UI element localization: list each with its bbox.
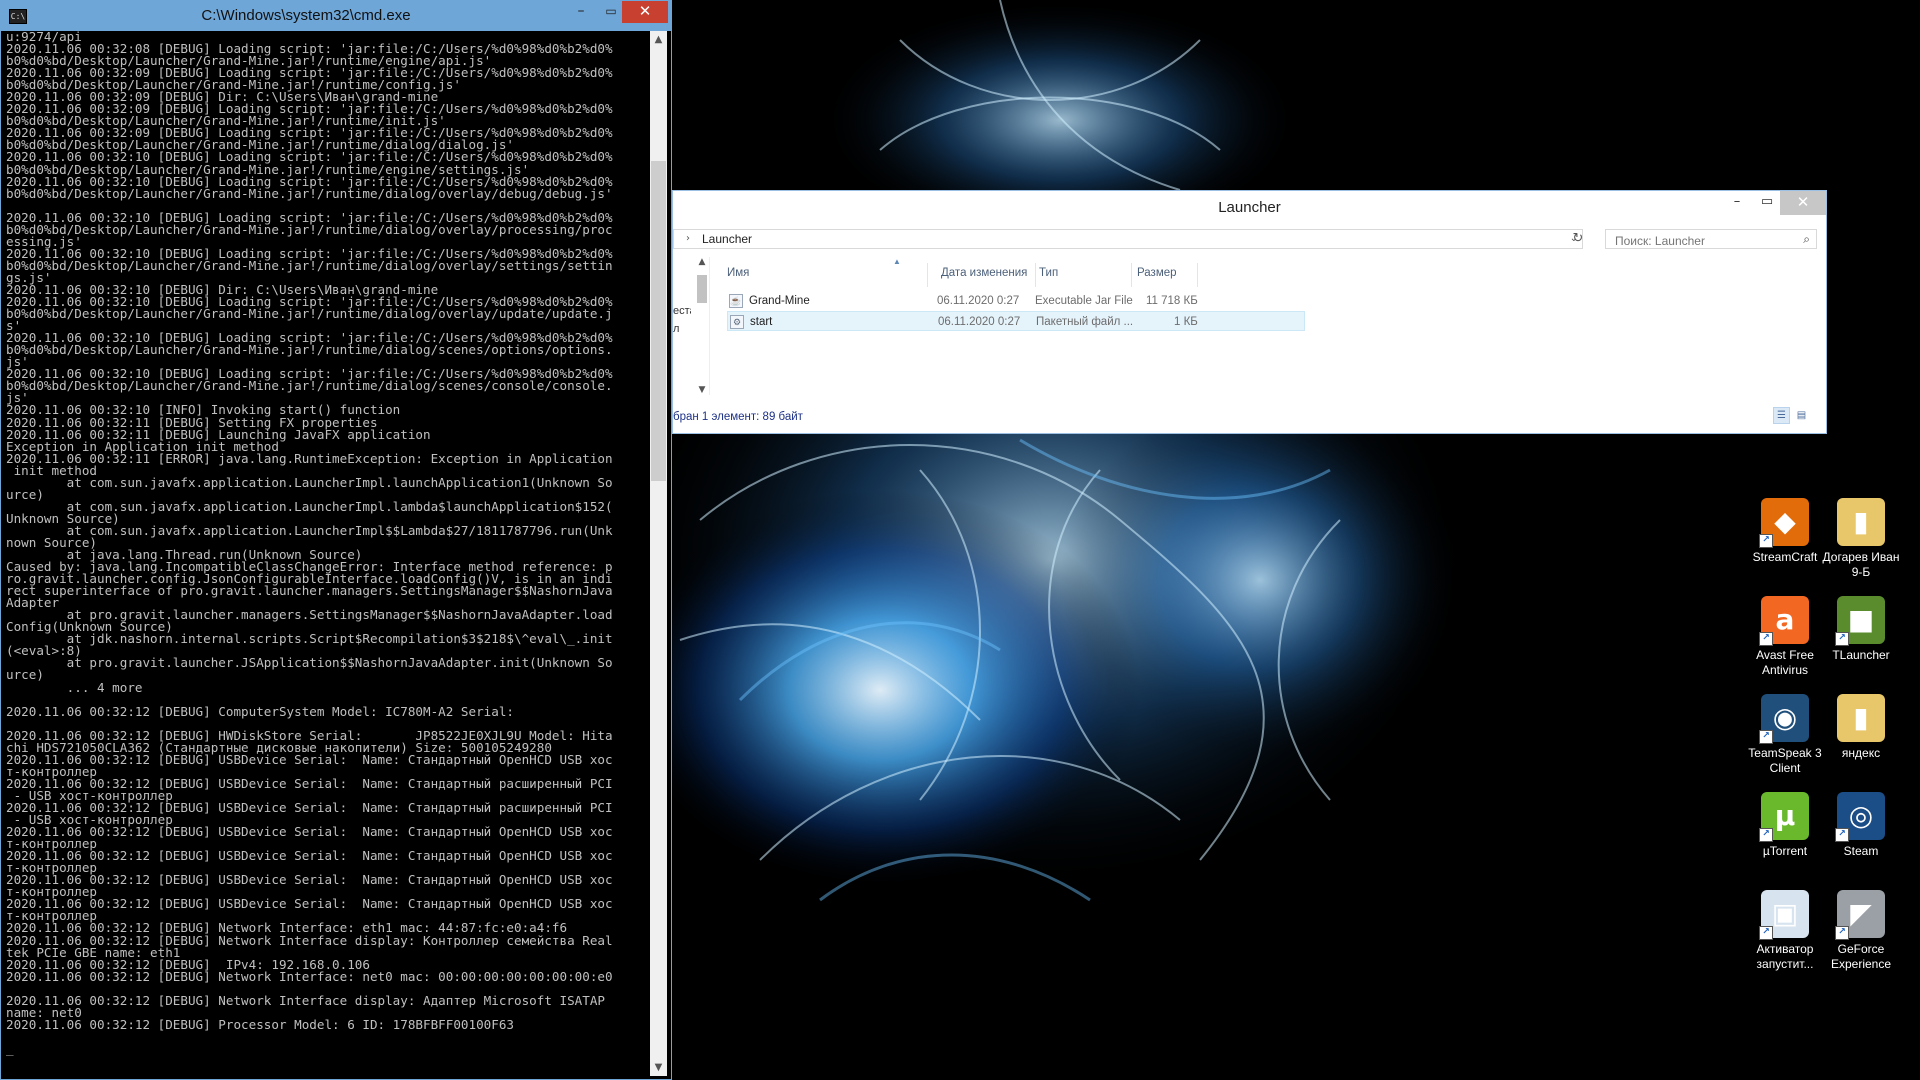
scroll-up-arrow-icon[interactable]: ▲: [650, 31, 667, 48]
file-size: 11 718 КБ: [1146, 295, 1198, 307]
desktop-icon[interactable]: ■ ↗ TLauncher: [1822, 596, 1900, 663]
file-type: Executable Jar File: [1035, 295, 1133, 307]
desktop-icon-label: StreamCraft: [1752, 550, 1818, 564]
sort-ascending-icon: ▲: [893, 257, 901, 266]
batch-file-icon: ⚙: [730, 315, 744, 329]
desktop-icon-label: TeamSpeak 3 Client: [1748, 746, 1822, 775]
app-icon: µ ↗: [1759, 792, 1809, 842]
breadcrumb-launcher[interactable]: Launcher: [702, 230, 752, 248]
tiles-view-button[interactable]: ▤: [1793, 407, 1810, 424]
file-size: 1 КБ: [1174, 316, 1198, 328]
desktop-icon[interactable]: ▮ яндекс: [1822, 694, 1900, 761]
search-icon[interactable]: ⌕: [1803, 230, 1810, 248]
desktop-icon[interactable]: ◉ ↗ TeamSpeak 3 Client: [1746, 694, 1824, 776]
nav-scroll-down-icon[interactable]: ▼: [695, 385, 709, 395]
file-row[interactable]: ☕ Grand-Mine 06.11.2020 0:27 Executable …: [727, 291, 1305, 311]
desktop-icon-label: Активатор запустит...: [1756, 942, 1814, 971]
app-icon: ◎ ↗: [1835, 792, 1885, 842]
console-text: u:9274/api 2020.11.06 00:32:08 [DEBUG] L…: [6, 31, 613, 1056]
file-row-selected[interactable]: ⚙ start 06.11.2020 0:27 Пакетный файл ..…: [727, 311, 1305, 331]
explorer-titlebar[interactable]: Launcher – ▭ ✕: [673, 191, 1826, 223]
file-date: 06.11.2020 0:27: [937, 295, 1020, 307]
app-icon: ▮: [1837, 498, 1885, 546]
nav-scrollbar[interactable]: ▲ ▼: [695, 257, 710, 395]
file-date: 06.11.2020 0:27: [938, 316, 1021, 328]
desktop-icon-label: Avast Free Antivirus: [1756, 648, 1814, 677]
desktop-icon[interactable]: ◎ ↗ Steam: [1822, 792, 1900, 859]
app-icon: a ↗: [1759, 596, 1809, 646]
navigation-pane[interactable]: еста л: [673, 257, 691, 397]
file-name: start: [750, 316, 773, 328]
cmd-scrollbar[interactable]: ▲ ▼: [650, 31, 667, 1076]
desktop-icon[interactable]: ▮ Догарев Иван 9-Б: [1822, 498, 1900, 580]
desktop-icon-label: яндекс: [1841, 746, 1881, 760]
file-name: Grand-Mine: [749, 295, 810, 307]
shortcut-arrow-icon: ↗: [1759, 828, 1773, 842]
shortcut-arrow-icon: ↗: [1759, 534, 1773, 548]
app-icon: ◉ ↗: [1759, 694, 1809, 744]
nav-scroll-thumb[interactable]: [697, 275, 707, 303]
app-icon: ▣ ↗: [1759, 890, 1809, 940]
shortcut-arrow-icon: ↗: [1835, 926, 1849, 940]
jar-file-icon: ☕: [729, 294, 743, 308]
app-icon: ◤ ↗: [1835, 890, 1885, 940]
shortcut-arrow-icon: ↗: [1835, 632, 1849, 646]
desktop-icon[interactable]: ▣ ↗ Активатор запустит...: [1746, 890, 1824, 972]
details-view-button[interactable]: ☰: [1773, 407, 1790, 424]
app-icon: ▮: [1837, 694, 1885, 742]
desktop-icon-label: TLauncher: [1832, 648, 1890, 662]
app-icon: ◆ ↗: [1759, 498, 1809, 548]
column-header-name[interactable]: Имя: [727, 263, 749, 283]
file-type: Пакетный файл ...: [1036, 316, 1134, 328]
status-bar-text: бран 1 элемент: 89 байт: [673, 411, 803, 423]
app-icon: ■ ↗: [1835, 596, 1885, 646]
search-input[interactable]: [1613, 232, 1787, 250]
column-divider[interactable]: [1035, 263, 1036, 287]
cmd-console-output[interactable]: u:9274/api 2020.11.06 00:32:08 [DEBUG] L…: [5, 31, 647, 1077]
address-bar[interactable]: › Launcher ⌄: [673, 229, 1583, 249]
search-box[interactable]: ⌕: [1605, 229, 1817, 250]
shortcut-arrow-icon: ↗: [1835, 828, 1849, 842]
column-divider[interactable]: [1131, 263, 1132, 287]
cmd-window[interactable]: C:\ C:\Windows\system32\cmd.exe – ▭ ✕ u:…: [0, 0, 672, 1080]
column-divider[interactable]: [1197, 263, 1198, 287]
column-header-date[interactable]: Дата изменения: [941, 263, 1027, 283]
nav-scroll-up-icon[interactable]: ▲: [695, 257, 709, 267]
desktop-icon[interactable]: a ↗ Avast Free Antivirus: [1746, 596, 1824, 678]
nav-item[interactable]: л: [673, 323, 679, 335]
desktop-icon-label: µTorrent: [1762, 844, 1808, 858]
shortcut-arrow-icon: ↗: [1759, 632, 1773, 646]
desktop-icon[interactable]: ◆ ↗ StreamCraft: [1746, 498, 1824, 565]
breadcrumb-chevron-icon[interactable]: ›: [686, 230, 690, 248]
cmd-titlebar[interactable]: C:\ C:\Windows\system32\cmd.exe – ▭ ✕: [1, 1, 671, 31]
desktop-icon-label: Догарев Иван 9-Б: [1822, 550, 1900, 579]
explorer-window[interactable]: Launcher – ▭ ✕ › Launcher ⌄ ↻ ⌕ еста л ▲…: [672, 190, 1827, 434]
scroll-down-arrow-icon[interactable]: ▼: [650, 1059, 667, 1076]
scroll-thumb[interactable]: [651, 161, 666, 481]
desktop-icon[interactable]: µ ↗ µTorrent: [1746, 792, 1824, 859]
cmd-close-button[interactable]: ✕: [622, 1, 668, 23]
desktop-icon-label: Steam: [1843, 844, 1879, 858]
nav-item[interactable]: еста: [673, 305, 691, 317]
refresh-icon[interactable]: ↻: [1568, 229, 1588, 249]
desktop-icon-label: GeForce Experience: [1830, 942, 1892, 971]
explorer-maximize-button[interactable]: ▭: [1752, 191, 1782, 215]
cmd-minimize-button[interactable]: –: [566, 1, 596, 23]
shortcut-arrow-icon: ↗: [1759, 926, 1773, 940]
explorer-close-button[interactable]: ✕: [1780, 191, 1826, 215]
column-divider[interactable]: [927, 263, 928, 287]
explorer-window-title: Launcher: [1218, 199, 1281, 216]
explorer-minimize-button[interactable]: –: [1722, 191, 1752, 215]
desktop-icon[interactable]: ◤ ↗ GeForce Experience: [1822, 890, 1900, 972]
column-header-type[interactable]: Тип: [1039, 263, 1058, 283]
column-header-size[interactable]: Размер: [1137, 263, 1177, 283]
shortcut-arrow-icon: ↗: [1759, 730, 1773, 744]
